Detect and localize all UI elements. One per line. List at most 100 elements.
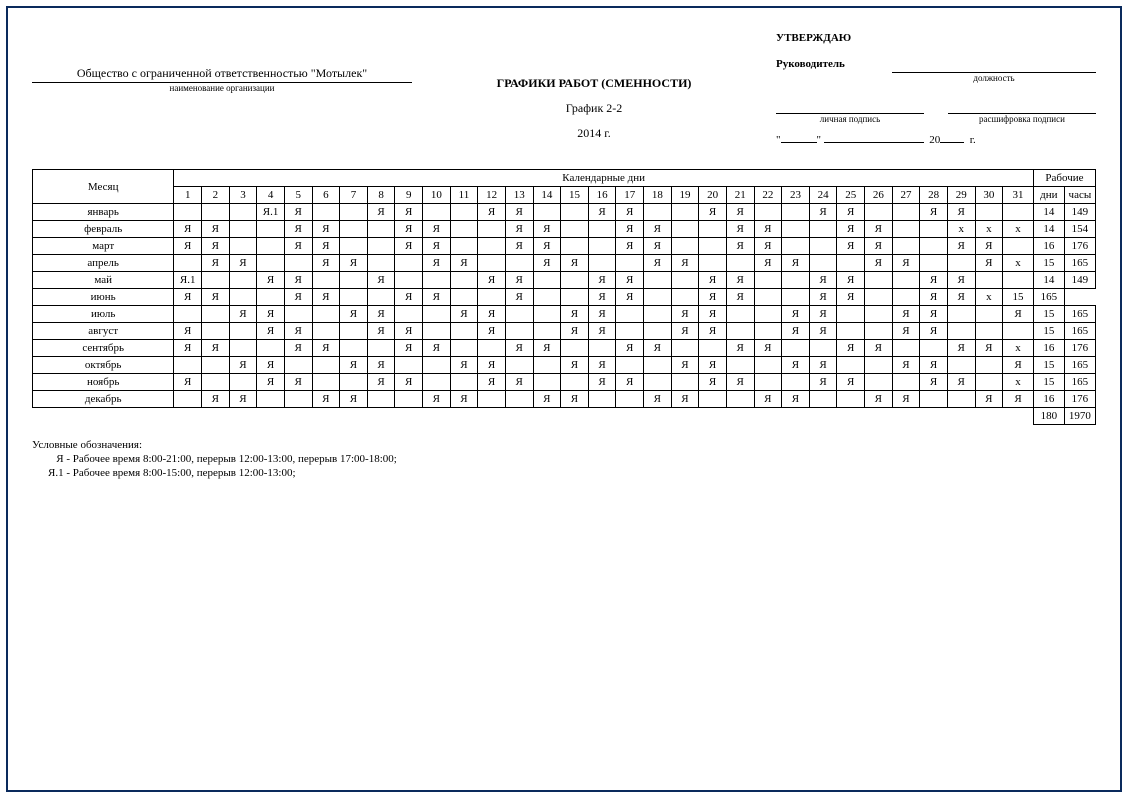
day-cell — [920, 238, 948, 255]
schedule-table: Месяц Календарные дни Рабочие 1234567891… — [32, 169, 1096, 425]
day-cell — [423, 272, 451, 289]
day-cell — [644, 272, 672, 289]
day-cell: Я — [699, 323, 727, 340]
day-cell — [644, 204, 672, 221]
day-cell — [865, 357, 893, 374]
table-row: майЯ.1ЯЯЯЯЯЯЯЯЯЯЯЯЯ14149 — [33, 272, 1096, 289]
day-cell — [367, 340, 395, 357]
day-cell: Я — [644, 238, 672, 255]
row-days: 15 — [1003, 289, 1034, 306]
position-caption: должность — [892, 73, 1096, 83]
day-col-28: 28 — [920, 187, 948, 204]
day-cell — [174, 204, 202, 221]
document-header: Общество с ограниченной ответственностью… — [32, 32, 1096, 151]
day-cell — [450, 204, 478, 221]
day-cell — [561, 238, 589, 255]
day-cell: Я — [174, 323, 202, 340]
day-cell: Я — [588, 306, 616, 323]
day-cell — [340, 238, 368, 255]
day-cell — [809, 221, 837, 238]
day-cell — [754, 357, 782, 374]
day-cell: Я — [395, 289, 423, 306]
day-cell: Я — [809, 306, 837, 323]
day-col-4: 4 — [257, 187, 285, 204]
row-days: 15 — [1033, 306, 1064, 323]
month-cell: апрель — [33, 255, 174, 272]
day-col-27: 27 — [892, 187, 920, 204]
day-cell: Я — [865, 391, 893, 408]
day-cell: Я — [644, 391, 672, 408]
day-cell: Я.1 — [174, 272, 202, 289]
day-cell — [174, 255, 202, 272]
day-cell: Я — [284, 289, 312, 306]
row-days: 16 — [1033, 238, 1064, 255]
table-row: февральЯЯЯЯЯЯЯЯЯЯЯЯЯЯххх14154 — [33, 221, 1096, 238]
day-col-14: 14 — [533, 187, 561, 204]
day-cell: Я — [367, 323, 395, 340]
day-cell: Я — [229, 306, 257, 323]
day-cell: Я — [561, 255, 589, 272]
day-cell: Я — [837, 238, 865, 255]
day-cell: Я — [782, 255, 810, 272]
day-cell: Я — [229, 255, 257, 272]
day-cell: Я — [505, 289, 533, 306]
day-cell: х — [1003, 340, 1034, 357]
day-cell: Я — [229, 357, 257, 374]
day-cell — [367, 289, 395, 306]
day-cell — [837, 357, 865, 374]
day-cell: Я — [616, 289, 644, 306]
day-cell — [312, 204, 340, 221]
day-cell: Я — [809, 289, 837, 306]
day-col-30: 30 — [975, 187, 1003, 204]
month-cell: январь — [33, 204, 174, 221]
total-days: 180 — [1033, 408, 1064, 425]
row-hours: 165 — [1064, 374, 1095, 391]
day-cell — [644, 374, 672, 391]
day-cell: Я — [395, 374, 423, 391]
day-cell — [450, 289, 478, 306]
signature-decode-field: расшифровка подписи — [948, 99, 1096, 124]
day-cell: Я — [671, 306, 699, 323]
day-cell — [395, 357, 423, 374]
day-cell — [865, 323, 893, 340]
day-cell — [671, 340, 699, 357]
day-cell — [975, 306, 1003, 323]
day-cell: Я — [809, 323, 837, 340]
day-cell: Я — [920, 289, 948, 306]
day-cell: Я — [892, 255, 920, 272]
day-cell: Я — [450, 357, 478, 374]
work-header: Рабочие — [1033, 170, 1095, 187]
day-cell: Я — [202, 255, 230, 272]
day-cell — [975, 374, 1003, 391]
day-cell — [395, 306, 423, 323]
day-cell: Я — [588, 289, 616, 306]
day-col-2: 2 — [202, 187, 230, 204]
day-cell — [837, 255, 865, 272]
row-hours: 154 — [1064, 221, 1095, 238]
day-cell: Я — [588, 204, 616, 221]
day-cell: Я — [395, 238, 423, 255]
document-frame: Общество с ограниченной ответственностью… — [6, 6, 1122, 792]
day-cell: Я — [947, 238, 975, 255]
day-cell — [865, 289, 893, 306]
day-col-31: 31 — [1003, 187, 1034, 204]
day-cell: Я — [229, 391, 257, 408]
day-cell: Я — [975, 255, 1003, 272]
day-cell — [229, 221, 257, 238]
day-cell — [616, 323, 644, 340]
day-cell — [782, 272, 810, 289]
day-cell: Я — [284, 323, 312, 340]
day-col-11: 11 — [450, 187, 478, 204]
day-cell — [340, 340, 368, 357]
day-cell — [644, 306, 672, 323]
day-cell — [367, 391, 395, 408]
day-cell — [284, 391, 312, 408]
month-cell: май — [33, 272, 174, 289]
day-cell — [340, 289, 368, 306]
day-col-18: 18 — [644, 187, 672, 204]
day-cell: Я — [423, 340, 451, 357]
day-cell — [699, 391, 727, 408]
day-cell: Я — [947, 204, 975, 221]
day-cell — [423, 204, 451, 221]
day-cell: Я — [423, 391, 451, 408]
